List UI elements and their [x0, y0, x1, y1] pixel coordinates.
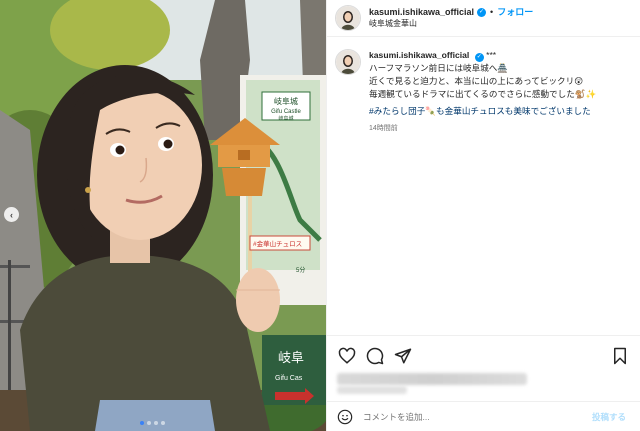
post-photo: 岐阜城 Gifu Castle 岐阜城 5分 岐阜 Gifu Cas #金華山チ…	[0, 0, 326, 431]
save-button[interactable]	[610, 346, 630, 366]
carousel-dot	[161, 421, 165, 425]
comment-button[interactable]	[365, 346, 385, 366]
smiley-icon[interactable]	[337, 409, 353, 425]
share-button[interactable]	[393, 346, 413, 366]
caption-avatar[interactable]	[335, 49, 361, 75]
share-icon	[394, 348, 412, 363]
chevron-left-icon: ‹	[10, 209, 13, 220]
caption-username[interactable]: kasumi.ishikawa_official	[369, 50, 469, 60]
carousel-dot	[140, 421, 144, 425]
bookmark-icon	[614, 347, 626, 364]
caption-extra: ***	[486, 50, 497, 60]
hashtag-link[interactable]: #みたらし団子🍡も金華山チュロスも美味でございました	[369, 105, 632, 118]
churro-tag: #金華山チュロス	[253, 239, 302, 248]
verified-badge-icon: ✓	[477, 7, 487, 17]
verified-badge-icon: ✓	[474, 53, 484, 62]
carousel-dot	[154, 421, 158, 425]
avatar-image	[336, 50, 360, 74]
comment-bar: 投稿する	[327, 401, 640, 431]
username[interactable]: kasumi.ishikawa_official	[369, 6, 474, 18]
like-button[interactable]	[337, 346, 357, 366]
sign-title: 岐阜城	[274, 96, 298, 106]
action-bar	[327, 335, 640, 375]
sign-distance: 5分	[296, 266, 305, 274]
sign-subtitle: Gifu Castle	[271, 109, 301, 115]
likes-count-blurred	[337, 373, 527, 385]
post-panel: kasumi.ishikawa_official ✓ • フォロー 岐阜城金華山…	[326, 0, 640, 431]
location-link[interactable]: 岐阜城金華山	[369, 18, 533, 30]
post-header: kasumi.ishikawa_official ✓ • フォロー 岐阜城金華山	[327, 0, 640, 37]
carousel-prev-button[interactable]: ‹	[4, 207, 19, 222]
follow-button[interactable]: フォロー	[497, 6, 533, 18]
heart-icon	[338, 347, 356, 364]
comment-input[interactable]	[363, 411, 592, 422]
carousel-dots	[140, 421, 165, 425]
caption-line: 毎週観ているドラマに出てくるのでさらに感動でした🐒✨	[369, 89, 597, 99]
likes-date-blurred	[337, 386, 407, 394]
avatar-image	[336, 6, 360, 30]
post-media[interactable]: 岐阜城 Gifu Castle 岐阜城 5分 岐阜 Gifu Cas #金華山チ…	[0, 0, 326, 431]
separator: •	[490, 7, 494, 17]
lower-sign-text: 岐阜	[278, 350, 304, 365]
sign-subtitle-2: 岐阜城	[278, 115, 293, 122]
post-comment-button[interactable]: 投稿する	[592, 411, 626, 423]
comment-icon	[366, 347, 384, 364]
caption-line: 近くで見ると迫力と、本当に山の上にあってビックリ😲	[369, 76, 584, 86]
caption-line: ハーフマラソン前日には岐阜城へ🏯	[369, 63, 509, 73]
caption: kasumi.ishikawa_official ✓ *** ハーフマラソン前日…	[327, 37, 640, 135]
carousel-dot	[147, 421, 151, 425]
timestamp[interactable]: 14時間前	[369, 122, 632, 135]
lower-sign-text-en: Gifu Cas	[275, 375, 303, 382]
avatar[interactable]	[335, 5, 361, 31]
